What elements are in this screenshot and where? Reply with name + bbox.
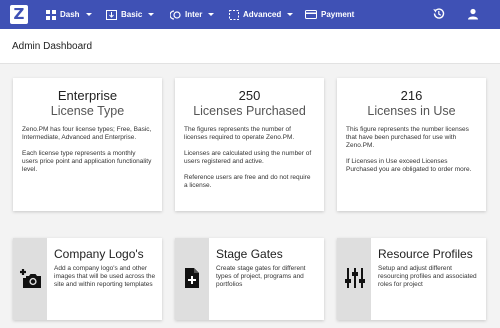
app-logo[interactable]: Z bbox=[10, 5, 28, 24]
advanced-icon bbox=[229, 9, 239, 20]
nav-dash[interactable]: Dash bbox=[46, 0, 92, 29]
feature-card-description: Setup and adjust different resourcing pr… bbox=[378, 265, 477, 288]
license-type-card: Enterprise License Type Zeno.PM has four… bbox=[13, 78, 162, 211]
nav-payment[interactable]: Payment bbox=[305, 0, 354, 29]
resource-profiles-card[interactable]: Resource Profiles Setup and adjust diffe… bbox=[337, 238, 486, 320]
license-card-text: Each license type represents a monthly u… bbox=[22, 150, 152, 173]
feature-card-title: Company Logo's bbox=[54, 247, 144, 261]
account-icon[interactable] bbox=[467, 8, 479, 20]
license-card-text: This figure represents the number licens… bbox=[346, 126, 469, 149]
payment-icon bbox=[305, 10, 317, 19]
license-card-subtitle: License Type bbox=[50, 104, 125, 118]
feature-card-description: Create stage gates for different types o… bbox=[216, 265, 306, 288]
license-card-title: 250 bbox=[238, 88, 261, 103]
nav-inter-label: Inter bbox=[185, 10, 203, 19]
license-card-text: Licenses are calculated using the number… bbox=[184, 150, 312, 165]
feature-card-title: Stage Gates bbox=[216, 247, 283, 261]
license-card-title: 216 bbox=[400, 88, 423, 103]
stage-gates-card[interactable]: Stage Gates Create stage gates for diffe… bbox=[175, 238, 324, 320]
nav-advanced[interactable]: Advanced bbox=[229, 0, 294, 29]
license-card-subtitle: Licenses in Use bbox=[367, 104, 456, 118]
licenses-in-use-card: 216 Licenses in Use This figure represen… bbox=[337, 78, 486, 211]
sliders-icon bbox=[345, 268, 365, 288]
nav-basic-label: Basic bbox=[121, 10, 143, 19]
nav-basic[interactable]: Basic bbox=[106, 0, 155, 29]
feature-icon-box bbox=[175, 238, 209, 320]
license-card-text: The figures represents the number of lic… bbox=[184, 126, 295, 141]
licenses-purchased-card: 250 Licenses Purchased The figures repre… bbox=[175, 78, 324, 211]
add-photo-icon bbox=[20, 269, 41, 288]
basic-icon bbox=[106, 9, 117, 20]
feature-icon-box bbox=[337, 238, 371, 320]
inter-icon bbox=[170, 9, 181, 20]
add-document-icon bbox=[185, 268, 199, 288]
license-card-subtitle: Licenses Purchased bbox=[193, 104, 306, 118]
dashboard-icon bbox=[46, 9, 56, 20]
chevron-down-icon bbox=[85, 13, 92, 16]
nav-dash-label: Dash bbox=[60, 10, 80, 19]
page-title: Admin Dashboard bbox=[12, 41, 93, 52]
feature-icon-box bbox=[13, 238, 47, 320]
license-card-text: Reference users are free and do not requ… bbox=[184, 174, 311, 189]
nav-advanced-label: Advanced bbox=[243, 10, 282, 19]
chevron-down-icon bbox=[148, 13, 155, 16]
license-card-text: If Licenses in Use exceed Licenses Purch… bbox=[346, 158, 472, 173]
nav-payment-label: Payment bbox=[321, 10, 355, 19]
nav-inter[interactable]: Inter bbox=[170, 0, 215, 29]
license-card-text: Zeno.PM has four license types; Free, Ba… bbox=[22, 126, 152, 141]
company-logos-card[interactable]: Company Logo's Add a company logo's and … bbox=[13, 238, 162, 320]
top-navbar: Z Dash Basic Inter Advanced Payment bbox=[0, 0, 500, 29]
chevron-down-icon bbox=[287, 13, 294, 16]
history-icon[interactable] bbox=[432, 7, 445, 20]
feature-card-title: Resource Profiles bbox=[378, 247, 473, 261]
license-card-title: Enterprise bbox=[57, 88, 118, 103]
feature-card-description: Add a company logo's and other images th… bbox=[54, 265, 156, 288]
page-header: Admin Dashboard bbox=[0, 29, 500, 64]
chevron-down-icon bbox=[208, 13, 215, 16]
